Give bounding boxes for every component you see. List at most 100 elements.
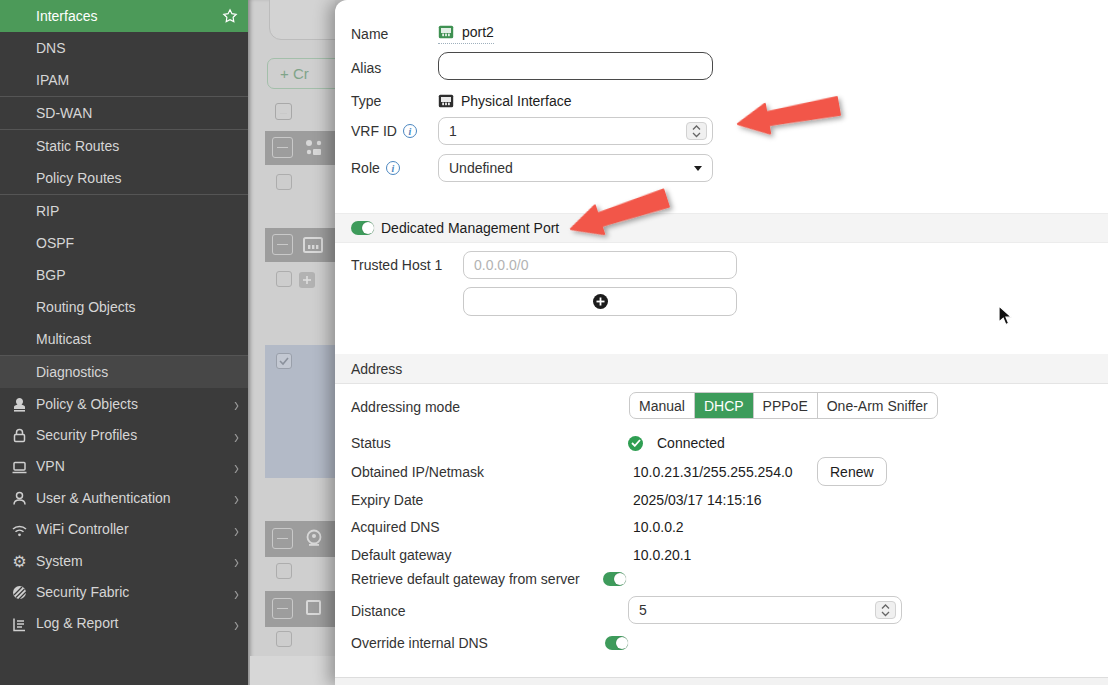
status-value: Connected <box>657 435 725 451</box>
vpn-icon <box>11 459 28 476</box>
mouse-cursor <box>998 305 1014 327</box>
status-label: Status <box>351 435 628 451</box>
dropdown-caret-icon <box>694 166 702 171</box>
addressing-mode-label: Addressing mode <box>351 399 460 415</box>
sidebar-item-sd-wan[interactable]: SD-WAN <box>0 97 248 129</box>
favorite-star-icon[interactable] <box>222 8 238 24</box>
row-checkbox[interactable] <box>276 631 292 647</box>
addressing-mode-one-arm-sniffer[interactable]: One-Arm Sniffer <box>818 393 937 418</box>
address-section-header: Address <box>335 354 1108 384</box>
sidebar-menu-security-profiles[interactable]: Security Profiles› <box>0 419 248 450</box>
sidebar-item-bgp[interactable]: BGP <box>0 259 248 291</box>
sidebar-menu-wifi-controller[interactable]: WiFi Controller› <box>0 514 248 545</box>
background-card <box>269 0 335 40</box>
table-group-row[interactable] <box>265 591 335 627</box>
sidebar-item-routing-objects[interactable]: Routing Objects <box>0 291 248 323</box>
default-gateway-value: 10.0.20.1 <box>633 547 691 563</box>
sidebar-item-ospf[interactable]: OSPF <box>0 227 248 259</box>
address-section-label: Address <box>351 361 402 377</box>
vrf-info-icon[interactable]: i <box>403 124 417 138</box>
vrf-spinner[interactable] <box>686 122 707 140</box>
addressing-mode-segmented: ManualDHCPPPPoEOne-Arm Sniffer <box>629 392 938 419</box>
vrf-id-label: VRF ID <box>351 123 397 139</box>
table-group-row[interactable] <box>265 228 335 262</box>
chevron-right-icon: › <box>234 424 239 446</box>
vrf-id-input[interactable]: 1 <box>438 117 713 145</box>
row-checkbox[interactable] <box>276 563 292 579</box>
addressing-mode-dhcp[interactable]: DHCP <box>695 393 754 418</box>
obtained-ip-label: Obtained IP/Netmask <box>351 464 633 480</box>
sidebar-menu-system[interactable]: ⚙System› <box>0 545 248 576</box>
chevron-right-icon: › <box>234 581 239 603</box>
default-gateway-label: Default gateway <box>351 547 633 563</box>
trusted-host-input[interactable]: 0.0.0.0/0 <box>463 251 737 279</box>
override-dns-toggle[interactable] <box>605 636 628 650</box>
distance-input[interactable]: 5 <box>628 596 902 624</box>
addressing-mode-manual[interactable]: Manual <box>630 393 695 418</box>
name-label: Name <box>351 26 438 42</box>
row-checkbox-checked[interactable] <box>276 353 292 369</box>
selected-row[interactable] <box>265 345 335 478</box>
acquired-dns-value: 10.0.0.2 <box>633 519 684 535</box>
expand-chip[interactable] <box>299 272 315 288</box>
addressing-mode-pppoe[interactable]: PPPoE <box>754 393 818 418</box>
interface-name-value[interactable]: port2 <box>438 24 494 44</box>
chevron-right-icon: › <box>234 393 239 415</box>
sidebar-menu-security-fabric[interactable]: Security Fabric› <box>0 576 248 607</box>
sidebar-menu-policy-objects[interactable]: Policy & Objects› <box>0 388 248 419</box>
table-group-row[interactable] <box>265 131 335 165</box>
sidebar-navigation: InterfacesDNSIPAMSD-WANStatic RoutesPoli… <box>0 0 248 685</box>
sidebar-item-policy-routes[interactable]: Policy Routes <box>0 162 248 194</box>
sidebar-item-rip[interactable]: RIP <box>0 195 248 227</box>
row-checkbox[interactable] <box>276 271 292 287</box>
distance-label: Distance <box>351 603 405 619</box>
sidebar-menu-log-report[interactable]: Log & Report› <box>0 608 248 639</box>
sidebar-menu-vpn[interactable]: VPN› <box>0 451 248 482</box>
distance-spinner[interactable] <box>875 601 896 619</box>
physical-interface-icon <box>438 94 454 108</box>
chevron-right-icon: › <box>234 455 239 477</box>
collapse-all-checkbox[interactable] <box>275 103 292 120</box>
fortiap-icon <box>304 528 325 549</box>
role-select[interactable]: Undefined <box>438 154 713 182</box>
sidebar-item-static-routes[interactable]: Static Routes <box>0 130 248 162</box>
sidebar-item-ipam[interactable]: IPAM <box>0 64 248 96</box>
security-fabric-icon <box>11 584 28 601</box>
panel-footer <box>335 677 1108 685</box>
sidebar-item-diagnostics[interactable]: Diagnostics <box>0 356 248 388</box>
wifi-controller-icon <box>11 522 28 539</box>
trusted-host-label: Trusted Host 1 <box>351 257 442 273</box>
row-checkbox[interactable] <box>276 174 292 190</box>
sidebar-menu-user-authentication[interactable]: User & Authentication› <box>0 482 248 513</box>
chevron-right-icon: › <box>234 550 239 572</box>
interface-edit-form: Name port2 Alias Type Physical Interface… <box>335 0 1108 685</box>
fortigate-interface-edit-screen: InterfacesDNSIPAMSD-WANStatic RoutesPoli… <box>0 0 1108 685</box>
create-button[interactable]: + Cr <box>267 58 335 89</box>
status-connected-icon <box>628 436 643 451</box>
system-gear-icon: ⚙ <box>11 553 28 570</box>
dedicated-mgmt-toggle[interactable] <box>351 221 374 235</box>
retrieve-gateway-toggle[interactable] <box>603 572 626 586</box>
sidebar-item-multicast[interactable]: Multicast <box>0 323 248 355</box>
dedicated-mgmt-band: Dedicated Management Port <box>335 213 1108 243</box>
dimmed-background-table: + Cr <box>248 0 335 685</box>
override-dns-label: Override internal DNS <box>351 635 605 651</box>
renew-button[interactable]: Renew <box>817 457 887 486</box>
dedicated-mgmt-label: Dedicated Management Port <box>381 220 559 236</box>
expiry-date-label: Expiry Date <box>351 492 633 508</box>
interface-icon <box>303 235 323 255</box>
plus-circle-icon <box>593 294 608 309</box>
table-group-row[interactable] <box>265 521 335 557</box>
obtained-ip-value: 10.0.21.31/255.255.254.0 <box>633 464 793 480</box>
zone-icon <box>303 137 325 159</box>
alias-input[interactable] <box>438 52 713 80</box>
acquired-dns-label: Acquired DNS <box>351 519 633 535</box>
chevron-right-icon: › <box>234 487 239 509</box>
sidebar-item-interfaces[interactable]: Interfaces <box>0 0 248 32</box>
alias-label: Alias <box>351 60 438 76</box>
add-trusted-host-button[interactable] <box>463 287 737 316</box>
role-info-icon[interactable]: i <box>386 161 400 175</box>
retrieve-gateway-label: Retrieve default gateway from server <box>351 571 603 587</box>
sidebar-item-dns[interactable]: DNS <box>0 32 248 64</box>
log-report-icon <box>11 616 28 633</box>
